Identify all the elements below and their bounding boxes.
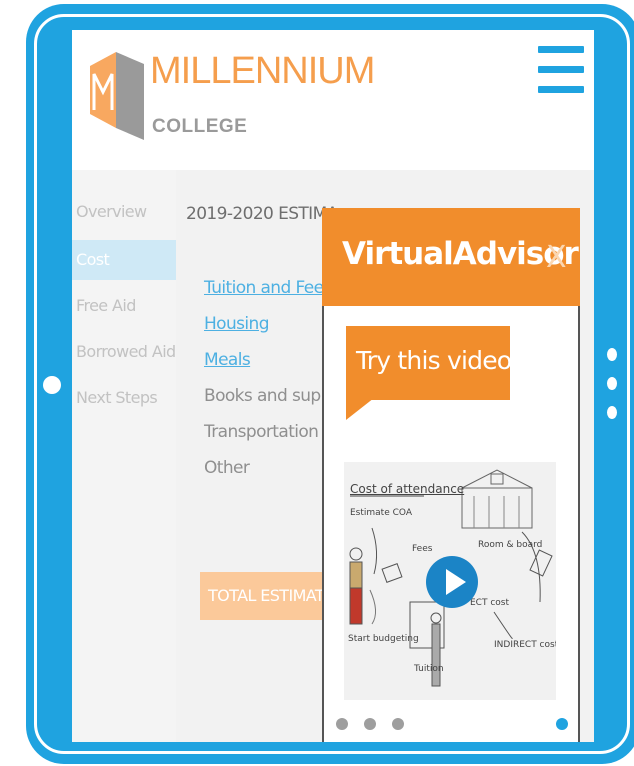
nav-item-free-aid[interactable]: Free Aid	[72, 286, 176, 326]
hamburger-menu-icon[interactable]	[538, 46, 584, 94]
video-label-room: Room & board	[478, 540, 543, 550]
header: MILLENNIUM COLLEGE	[72, 30, 594, 162]
carousel-dot[interactable]	[336, 718, 348, 730]
video-label-fees: Fees	[412, 544, 433, 554]
nav-item-borrowed-aid[interactable]: Borrowed Aid	[72, 332, 176, 372]
advisor-header: VirtualAdvisor X	[322, 208, 580, 306]
advisor-title: VirtualAdvisor	[342, 236, 579, 272]
virtual-advisor-panel: VirtualAdvisor X Try this video: Cost of…	[322, 208, 580, 742]
estimate-title: 2019-2020 ESTIMA	[186, 204, 338, 224]
brand-subtitle: COLLEGE	[152, 116, 248, 137]
speech-bubble: Try this video:	[346, 326, 520, 400]
video-label-heading: Cost of attendance	[350, 482, 465, 496]
video-label-tuition: Tuition	[414, 664, 444, 674]
nav-item-overview[interactable]: Overview	[72, 192, 176, 232]
carousel-dot[interactable]	[392, 718, 404, 730]
carousel-dot[interactable]	[364, 718, 376, 730]
speech-bubble-tail	[346, 398, 374, 420]
video-label-indirect: INDIRECT cost	[494, 640, 556, 650]
nav-item-cost[interactable]: Cost	[72, 240, 176, 280]
tablet-side-dot	[607, 348, 617, 361]
carousel-dot-active[interactable]	[556, 718, 568, 730]
screen: MILLENNIUM COLLEGE Overview Cost Free Ai…	[72, 30, 594, 742]
video-label-direct: ECT cost	[470, 598, 510, 608]
college-logo-icon	[90, 52, 144, 140]
video-prompt: Try this video:	[356, 346, 520, 375]
sidebar-nav: Overview Cost Free Aid Borrowed Aid Next…	[72, 170, 176, 742]
total-estimated-button[interactable]: TOTAL ESTIMATED	[200, 572, 330, 620]
nav-item-next-steps[interactable]: Next Steps	[72, 378, 176, 418]
close-icon[interactable]: X	[546, 240, 567, 275]
brand-name: MILLENNIUM	[150, 50, 375, 92]
video-player[interactable]: Cost of attendance Estimate COA Fees Roo…	[344, 462, 556, 700]
video-label-budget: Start budgeting	[348, 634, 419, 644]
tablet-home-dot	[43, 376, 61, 394]
tablet-side-dot	[607, 406, 617, 419]
tablet-side-dot	[607, 377, 617, 390]
video-label-estimate: Estimate COA	[350, 508, 412, 518]
play-icon[interactable]	[426, 556, 478, 608]
